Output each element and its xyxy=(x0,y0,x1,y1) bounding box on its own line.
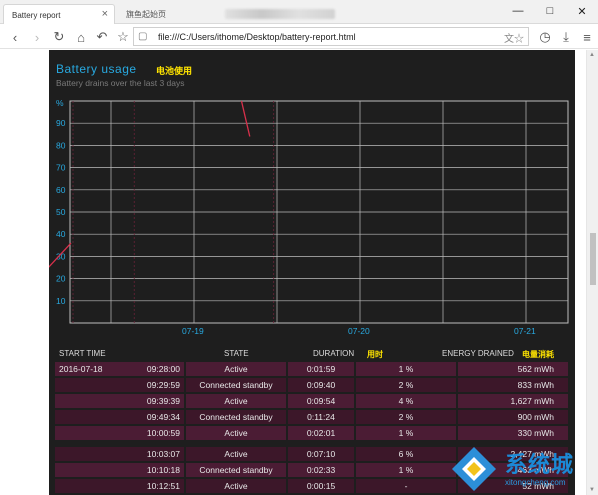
state-cell: Connected standby xyxy=(186,378,286,392)
energy-cell: 1,627 mWh xyxy=(458,394,568,408)
x-tick-label: 07-20 xyxy=(348,326,370,336)
percent-cell: 1 % xyxy=(356,362,456,376)
table-row: 09:28:00 Active 0:01:59 1 % 562 mWh 2016-07-1… xyxy=(49,362,575,376)
header-state: STATE xyxy=(224,349,249,358)
y-tick-label: 60 xyxy=(56,185,66,195)
date-cell: 2016-07-18 xyxy=(59,364,103,374)
download-icon[interactable]: ⤓ xyxy=(557,28,575,46)
battery-usage-chart: 90 80 70 60 50 40 30 20 10% 07-19 07-20 07-21 xyxy=(49,98,569,336)
state-cell: Active xyxy=(186,479,286,493)
section-subtitle: Battery drains over the last 3 days xyxy=(56,78,185,88)
duration-cell: 0:02:33 xyxy=(288,463,354,477)
start-time-cell: 10:00:59 xyxy=(55,426,184,440)
tab-label: Battery report xyxy=(12,10,61,20)
tab-start-page[interactable]: 旗鱼起始页 xyxy=(118,4,218,25)
navigation-toolbar: ‹ › ↻ ⌂ ↶ ☆ ▢ file:///C:/Users/ithome/De… xyxy=(0,24,598,49)
energy-cell: 833 mWh xyxy=(458,378,568,392)
start-time-cell: 09:49:34 xyxy=(55,410,184,424)
percent-cell: 2 % xyxy=(356,378,456,392)
y-tick-label: 80 xyxy=(56,140,66,150)
state-cell: Active xyxy=(186,362,286,376)
scroll-thumb[interactable] xyxy=(590,233,596,285)
section-title-cn: 电池使用 xyxy=(156,66,193,76)
blurred-region xyxy=(225,9,335,19)
header-energy-cn: 电量消耗 xyxy=(522,350,554,359)
y-axis-label: % xyxy=(56,98,64,108)
percent-cell: 2 % xyxy=(356,410,456,424)
translate-icon[interactable]: 文☆ xyxy=(504,30,524,45)
duration-cell: 0:07:10 xyxy=(288,447,354,461)
title-bar: Battery report × 旗鱼起始页 — □ ✕ xyxy=(0,0,598,25)
watermark-brand: 系统城 xyxy=(505,453,575,478)
start-time-cell: 10:03:07 xyxy=(55,447,184,461)
table-row: 09:49:34 Connected standby 0:11:24 2 % 900 m… xyxy=(49,410,575,424)
page-area: Battery usage 电池使用 Battery drains over t… xyxy=(0,50,598,495)
state-cell: Active xyxy=(186,426,286,440)
table-header: START TIME STATE DURATION 用时 ENERGY DRAI… xyxy=(49,347,575,361)
header-duration: DURATION xyxy=(313,349,355,358)
table-row: 09:39:39 Active 0:09:54 4 % 1,627 mWh xyxy=(49,394,575,408)
refresh-icon[interactable]: ↻ xyxy=(50,28,68,46)
forward-icon[interactable]: › xyxy=(28,28,46,46)
duration-cell: 0:11:24 xyxy=(288,410,354,424)
start-time-cell: 09:39:39 xyxy=(55,394,184,408)
header-start-time: START TIME xyxy=(59,349,106,358)
undo-icon[interactable]: ↶ xyxy=(93,28,111,46)
home-icon[interactable]: ⌂ xyxy=(72,28,90,46)
duration-cell: 0:09:54 xyxy=(288,394,354,408)
close-tab-icon[interactable]: × xyxy=(102,8,108,20)
back-icon[interactable]: ‹ xyxy=(6,28,24,46)
menu-icon[interactable]: ≡ xyxy=(578,28,596,46)
start-time-cell: 09:29:59 xyxy=(55,378,184,392)
maximize-icon[interactable]: □ xyxy=(534,0,566,22)
y-tick-label: 30 xyxy=(56,251,66,261)
state-cell: Active xyxy=(186,447,286,461)
duration-cell: 0:01:59 xyxy=(288,362,354,376)
y-tick-label: 40 xyxy=(56,229,66,239)
close-window-icon[interactable]: ✕ xyxy=(566,0,598,22)
scroll-up-icon[interactable]: ▲ xyxy=(589,52,595,58)
header-duration-cn: 用时 xyxy=(367,350,383,359)
start-time-cell: 10:12:51 xyxy=(55,479,184,493)
duration-cell: 0:09:40 xyxy=(288,378,354,392)
y-tick-label: 90 xyxy=(56,118,66,128)
header-energy-drained: ENERGY DRAINED xyxy=(442,349,514,358)
tab-label: 旗鱼起始页 xyxy=(126,10,166,19)
address-text: file:///C:/Users/ithome/Desktop/battery-… xyxy=(158,31,356,42)
favorite-star-icon[interactable]: ☆ xyxy=(114,28,132,46)
tab-battery-report[interactable]: Battery report × xyxy=(3,4,115,25)
x-tick-label: 07-19 xyxy=(182,326,204,336)
window-controls: — □ ✕ xyxy=(502,0,598,24)
percent-cell: 4 % xyxy=(356,394,456,408)
y-tick-label: 20 xyxy=(56,274,66,284)
y-tick-label: 70 xyxy=(56,163,66,173)
y-tick-label: 10 xyxy=(56,296,66,306)
section-title: Battery usage xyxy=(56,62,137,76)
report-content: Battery usage 电池使用 Battery drains over t… xyxy=(49,50,575,495)
y-tick-label: 50 xyxy=(56,207,66,217)
duration-cell: 0:00:15 xyxy=(288,479,354,493)
page-icon: ▢ xyxy=(138,31,148,42)
table-row: 09:29:59 Connected standby 0:09:40 2 % 833 m… xyxy=(49,378,575,392)
minimize-icon[interactable]: — xyxy=(502,0,534,22)
watermark-site: xitongcheng.com xyxy=(505,478,566,487)
history-icon[interactable]: ◷ xyxy=(536,28,554,46)
state-cell: Connected standby xyxy=(186,410,286,424)
vertical-scrollbar[interactable]: ▲ ▼ xyxy=(586,50,598,495)
energy-cell: 900 mWh xyxy=(458,410,568,424)
start-time-cell: 10:10:18 xyxy=(55,463,184,477)
duration-cell: 0:02:01 xyxy=(288,426,354,440)
address-bar[interactable]: ▢ file:///C:/Users/ithome/Desktop/batter… xyxy=(133,27,529,46)
energy-cell: 562 mWh xyxy=(458,362,568,376)
state-cell: Active xyxy=(186,394,286,408)
state-cell: Connected standby xyxy=(186,463,286,477)
x-tick-label: 07-21 xyxy=(514,326,536,336)
